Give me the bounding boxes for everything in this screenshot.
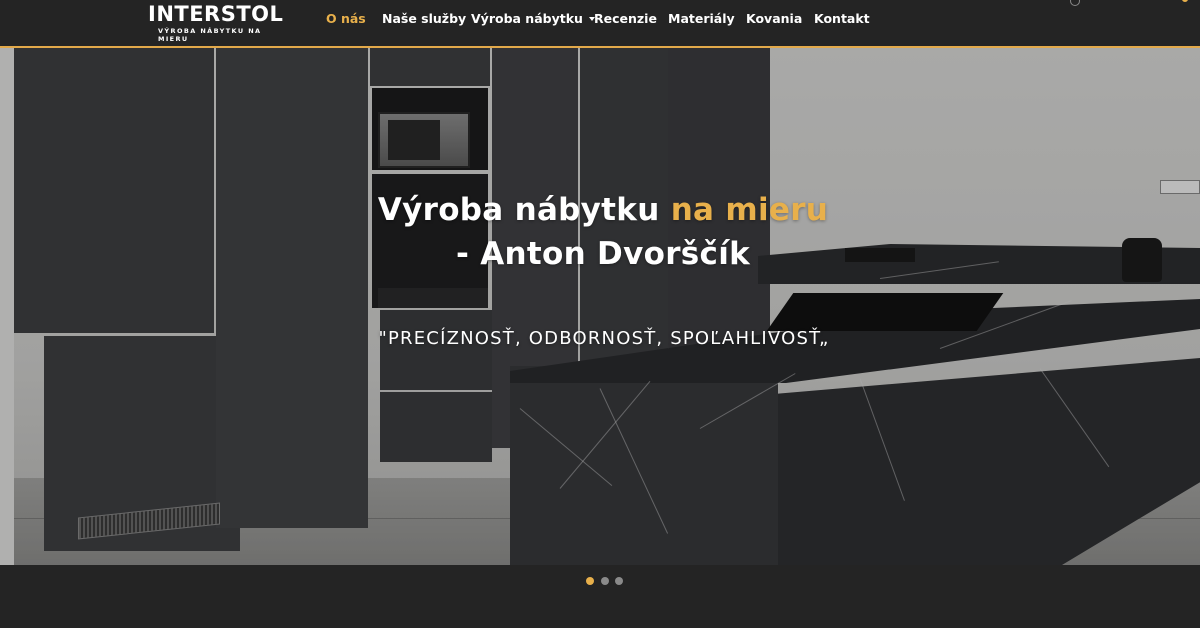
nav-item-kontakt[interactable]: Kontakt	[814, 11, 870, 26]
nav-item-materialy[interactable]: Materiály	[668, 11, 735, 26]
logo-tagline: VÝROBA NÁBYTKU NA MIERU	[158, 27, 262, 43]
hero-overlay	[0, 48, 1200, 565]
carousel-dot-1[interactable]	[586, 577, 594, 585]
carousel-dot-2[interactable]	[601, 577, 609, 585]
nav-item-nase-sluzby[interactable]: Naše služby	[382, 11, 466, 26]
nav-item-recenzie[interactable]: Recenzie	[594, 11, 657, 26]
nav-item-vyroba-nabytku[interactable]: Výroba nábytku	[471, 11, 595, 26]
site-header: INTERSTOL VÝROBA NÁBYTKU NA MIERU O nás …	[0, 0, 1200, 46]
hero-title: Výroba nábytku na mieru - Anton Dvorščík	[0, 188, 1200, 276]
header-tools	[1070, 0, 1190, 6]
hero-subtitle: "PRECÍZNOSŤ, ODBORNOSŤ, SPOĽAHLIVOSŤ„	[378, 328, 830, 349]
hero-title-highlight: na mieru	[670, 192, 829, 228]
logo-name: INTERSTOL	[148, 2, 284, 26]
nav-item-o-nas[interactable]: O nás	[326, 11, 366, 26]
hero-title-part1: Výroba nábytku	[377, 192, 671, 228]
logo[interactable]: INTERSTOL VÝROBA NÁBYTKU NA MIERU	[148, 3, 288, 43]
carousel-dot-3[interactable]	[615, 577, 623, 585]
nav-item-kovania[interactable]: Kovania	[746, 11, 802, 26]
cart-dot-icon[interactable]	[1182, 0, 1188, 2]
hero-slider: Výroba nábytku na mieru - Anton Dvorščík…	[0, 48, 1200, 565]
search-icon[interactable]	[1070, 0, 1080, 6]
hero-title-line2: - Anton Dvorščík	[455, 236, 751, 272]
slider-footer	[0, 565, 1200, 628]
nav-item-vyroba-nabytku-label: Výroba nábytku	[471, 11, 583, 26]
